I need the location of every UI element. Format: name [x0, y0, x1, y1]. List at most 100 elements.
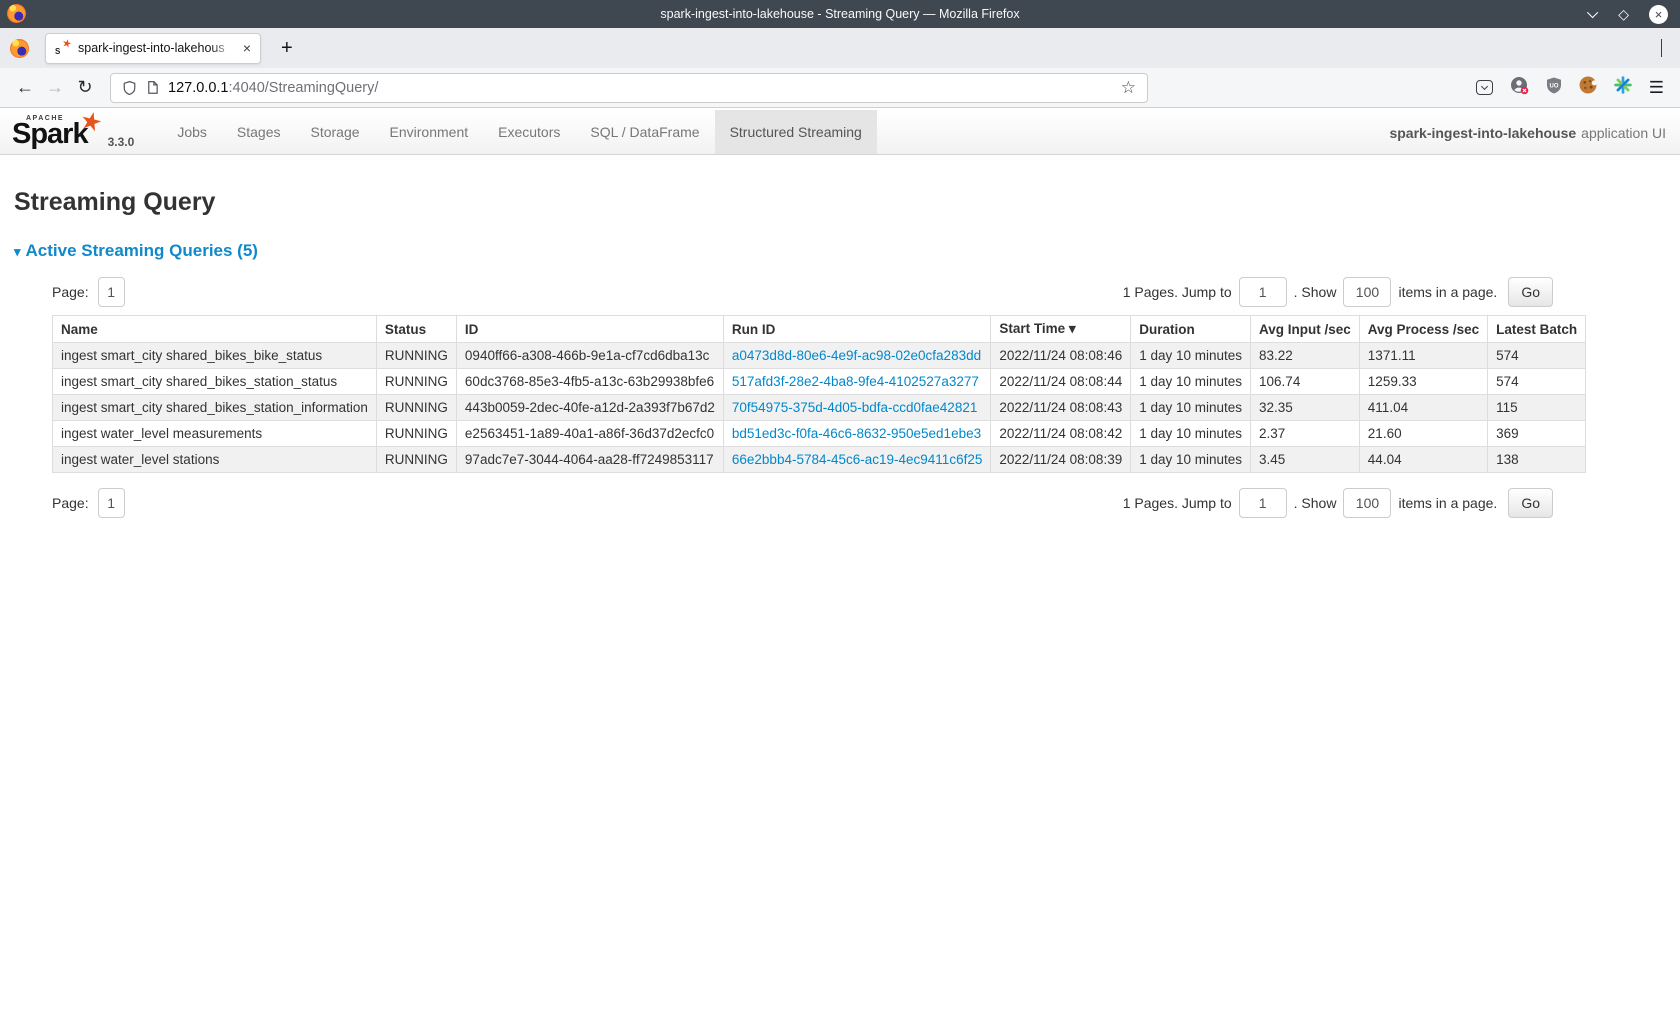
items-per-page-input[interactable]	[1343, 277, 1391, 307]
go-button[interactable]: Go	[1508, 488, 1553, 518]
cell-start-time: 2022/11/24 08:08:44	[991, 369, 1131, 395]
table-row: ingest water_level stations RUNNING 97ad…	[53, 447, 1586, 473]
cell-start-time: 2022/11/24 08:08:39	[991, 447, 1131, 473]
browser-tab-title: spark-ingest-into-lakehous	[78, 41, 239, 55]
table-header-row: Name Status ID Run ID Start Time ▾ Durat…	[53, 316, 1586, 343]
cell-status: RUNNING	[376, 369, 456, 395]
tab-storage[interactable]: Storage	[295, 110, 374, 154]
spark-navbar: APACHE Spark ★ 3.3.0 Jobs Stages Storage…	[0, 110, 1680, 155]
header-run-id[interactable]: Run ID	[723, 316, 990, 343]
window-title: spark-ingest-into-lakehouse - Streaming …	[660, 7, 1019, 21]
items-per-page-input[interactable]	[1343, 488, 1391, 518]
url-text[interactable]: 127.0.0.1:4040/StreamingQuery/	[168, 80, 378, 96]
tab-environment[interactable]: Environment	[375, 110, 484, 154]
streaming-query-page: Streaming Query ▾Active Streaming Querie…	[0, 188, 1680, 520]
run-id-link[interactable]: 70f54975-375d-4d05-bdfa-ccd0fae42821	[732, 400, 977, 415]
spark-logo[interactable]: APACHE Spark ★ 3.3.0	[12, 110, 134, 154]
cell-run-id: 70f54975-375d-4d05-bdfa-ccd0fae42821	[723, 395, 990, 421]
pocket-icon[interactable]	[1476, 80, 1493, 95]
cell-avg-input: 3.45	[1251, 447, 1360, 473]
cell-name: ingest smart_city shared_bikes_station_s…	[53, 369, 377, 395]
run-id-link[interactable]: 517afd3f-28e2-4ba8-9fe4-4102527a3277	[732, 374, 979, 389]
cell-duration: 1 day 10 minutes	[1131, 395, 1251, 421]
cell-run-id: 66e2bbb4-5784-45c6-ac19-4ec9411c6f25	[723, 447, 990, 473]
table-row: ingest smart_city shared_bikes_station_i…	[53, 395, 1586, 421]
spark-star-icon: ★	[77, 105, 106, 140]
tab-executors[interactable]: Executors	[483, 110, 575, 154]
header-duration[interactable]: Duration	[1131, 316, 1251, 343]
firefox-icon	[7, 4, 26, 23]
collapse-arrow-icon: ▾	[14, 244, 21, 259]
cell-latest-batch: 115	[1488, 395, 1586, 421]
cell-id: e2563451-1a89-40a1-a86f-36d37d2ecfc0	[456, 421, 723, 447]
cell-latest-batch: 138	[1488, 447, 1586, 473]
run-id-link[interactable]: bd51ed3c-f0fa-46c6-8632-950e5ed1ebe3	[732, 426, 981, 441]
ublock-origin-icon[interactable]: UO	[1546, 77, 1562, 99]
show-text: . Show	[1294, 284, 1337, 300]
cell-latest-batch: 574	[1488, 369, 1586, 395]
run-id-link[interactable]: 66e2bbb4-5784-45c6-ac19-4ec9411c6f25	[732, 452, 982, 467]
application-ui-label: spark-ingest-into-lakehouseapplication U…	[1389, 110, 1666, 155]
header-latest-batch[interactable]: Latest Batch	[1488, 316, 1586, 343]
header-status[interactable]: Status	[376, 316, 456, 343]
pages-jump-text: 1 Pages. Jump to	[1123, 495, 1232, 511]
shield-icon[interactable]	[122, 80, 137, 96]
page-info-icon[interactable]	[146, 80, 159, 95]
bookmark-star-icon[interactable]: ☆	[1121, 78, 1136, 98]
menu-icon[interactable]: ☰	[1649, 78, 1664, 98]
active-queries-section-toggle[interactable]: ▾Active Streaming Queries (5)	[14, 241, 1666, 261]
cell-avg-input: 106.74	[1251, 369, 1360, 395]
jump-to-input[interactable]	[1239, 277, 1287, 307]
tab-stages[interactable]: Stages	[222, 110, 296, 154]
streaming-queries-table: Name Status ID Run ID Start Time ▾ Durat…	[52, 315, 1586, 473]
list-all-tabs-icon[interactable]	[1661, 39, 1662, 57]
url-path: :4040/StreamingQuery/	[228, 80, 378, 96]
run-id-link[interactable]: a0473d8d-80e6-4e9f-ac98-02e0cfa283dd	[732, 348, 981, 363]
browser-tab[interactable]: ★S spark-ingest-into-lakehous ×	[45, 33, 261, 64]
cell-status: RUNNING	[376, 447, 456, 473]
tab-structured-streaming[interactable]: Structured Streaming	[715, 110, 877, 154]
cell-duration: 1 day 10 minutes	[1131, 421, 1251, 447]
window-minimize-icon[interactable]	[1587, 7, 1598, 18]
cell-avg-process: 44.04	[1359, 447, 1487, 473]
show-text: . Show	[1294, 495, 1337, 511]
cell-status: RUNNING	[376, 395, 456, 421]
cell-duration: 1 day 10 minutes	[1131, 343, 1251, 369]
pagination-top: Page: 1 Pages. Jump to . Show items in a…	[52, 275, 1553, 309]
header-name[interactable]: Name	[53, 316, 377, 343]
apache-label: APACHE	[26, 115, 64, 122]
cell-name: ingest water_level stations	[53, 447, 377, 473]
reload-button[interactable]: ↻	[70, 77, 100, 98]
account-icon[interactable]	[1510, 76, 1529, 100]
cell-avg-input: 83.22	[1251, 343, 1360, 369]
new-tab-button[interactable]: +	[281, 37, 293, 60]
header-start-time[interactable]: Start Time ▾	[991, 316, 1131, 343]
extension-asterisk-icon[interactable]	[1614, 76, 1632, 99]
header-id[interactable]: ID	[456, 316, 723, 343]
tab-jobs[interactable]: Jobs	[162, 110, 222, 154]
tab-sql-dataframe[interactable]: SQL / DataFrame	[575, 110, 714, 154]
window-maximize-icon[interactable]: ◇	[1618, 7, 1629, 21]
jump-to-input[interactable]	[1239, 488, 1287, 518]
window-close-icon[interactable]: ×	[1649, 5, 1668, 24]
table-row: ingest smart_city shared_bikes_bike_stat…	[53, 343, 1586, 369]
items-text: items in a page.	[1398, 284, 1497, 300]
go-button[interactable]: Go	[1508, 277, 1553, 307]
cell-id: 60dc3768-85e3-4fb5-a13c-63b29938bfe6	[456, 369, 723, 395]
window-titlebar: spark-ingest-into-lakehouse - Streaming …	[0, 0, 1680, 28]
svg-text:UO: UO	[1549, 83, 1558, 89]
header-avg-process[interactable]: Avg Process /sec	[1359, 316, 1487, 343]
url-bar[interactable]: 127.0.0.1:4040/StreamingQuery/ ☆	[110, 73, 1148, 103]
page-number-input[interactable]	[98, 277, 125, 307]
cell-run-id: bd51ed3c-f0fa-46c6-8632-950e5ed1ebe3	[723, 421, 990, 447]
cookie-icon[interactable]	[1579, 76, 1597, 99]
cell-avg-process: 411.04	[1359, 395, 1487, 421]
cell-avg-process: 1371.11	[1359, 343, 1487, 369]
tab-close-icon[interactable]: ×	[243, 40, 251, 56]
cell-name: ingest smart_city shared_bikes_station_i…	[53, 395, 377, 421]
back-button[interactable]: ←	[10, 77, 40, 98]
header-avg-input[interactable]: Avg Input /sec	[1251, 316, 1360, 343]
page-number-input[interactable]	[98, 488, 125, 518]
cell-id: 0940ff66-a308-466b-9e1a-cf7cd6dba13c	[456, 343, 723, 369]
forward-button[interactable]: →	[40, 77, 70, 98]
